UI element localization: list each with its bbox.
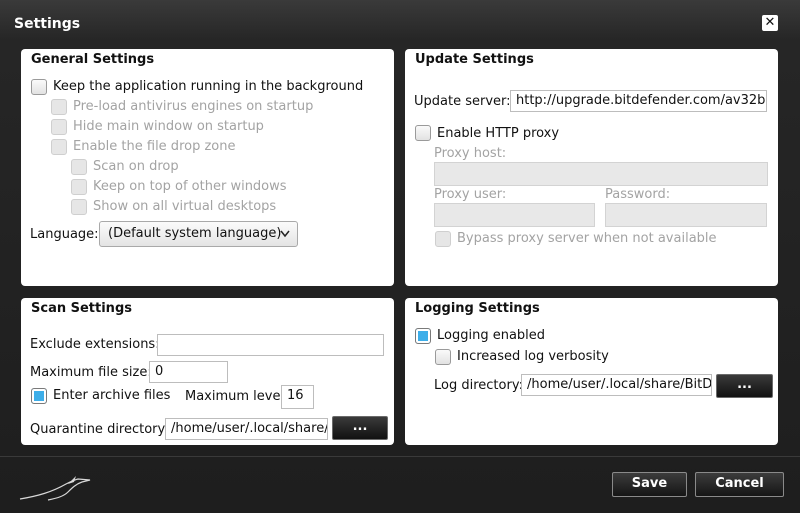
bypass-proxy-label: Bypass proxy server when not available — [457, 231, 717, 246]
log-verbosity-checkbox[interactable] — [435, 349, 451, 365]
max-file-size-label: Maximum file size: — [30, 365, 152, 380]
update-settings-title: Update Settings — [415, 52, 534, 67]
logging-settings-panel: Logging Settings Logging enabled Increas… — [405, 298, 778, 445]
max-level-label: Maximum level: — [185, 389, 289, 404]
proxy-user-label: Proxy user: — [434, 187, 507, 202]
language-value: (Default system language) — [108, 226, 282, 241]
save-button[interactable]: Save — [612, 472, 687, 497]
hide-main-checkbox[interactable] — [51, 119, 67, 135]
proxy-host-label: Proxy host: — [434, 146, 507, 161]
log-browse-button[interactable]: ... — [716, 374, 773, 398]
max-file-size-input[interactable]: 0 — [149, 361, 228, 383]
keep-on-top-checkbox[interactable] — [71, 179, 87, 195]
exclude-extensions-label: Exclude extensions: — [30, 337, 160, 352]
logging-enabled-checkbox[interactable] — [415, 328, 431, 344]
http-proxy-checkbox[interactable] — [415, 125, 431, 141]
close-icon[interactable]: ✕ — [762, 15, 778, 31]
log-directory-input[interactable]: /home/user/.local/share/BitDe — [521, 374, 712, 396]
logging-enabled-label: Logging enabled — [437, 328, 546, 343]
language-select[interactable]: (Default system language) — [99, 221, 298, 247]
bypass-proxy-checkbox[interactable] — [435, 231, 451, 247]
password-input[interactable] — [605, 203, 767, 227]
logging-settings-title: Logging Settings — [415, 301, 540, 316]
bitdefender-wolf-logo-icon — [18, 470, 98, 506]
keep-running-label: Keep the application running in the back… — [53, 79, 364, 94]
all-desktops-label: Show on all virtual desktops — [93, 199, 277, 214]
quarantine-directory-input[interactable]: /home/user/.local/share/B — [165, 418, 328, 440]
keep-on-top-label: Keep on top of other windows — [93, 179, 287, 194]
file-drop-label: Enable the file drop zone — [73, 139, 236, 154]
scan-on-drop-checkbox[interactable] — [71, 159, 87, 175]
archive-files-label: Enter archive files — [53, 388, 171, 403]
update-server-input[interactable]: http://upgrade.bitdefender.com/av32bit — [510, 90, 767, 112]
exclude-extensions-input[interactable] — [157, 334, 384, 356]
proxy-user-input[interactable] — [434, 203, 595, 227]
quarantine-directory-label: Quarantine directory: — [30, 422, 169, 437]
log-verbosity-label: Increased log verbosity — [457, 349, 609, 364]
general-settings-panel: General Settings Keep the application ru… — [21, 49, 394, 286]
max-level-input[interactable]: 16 — [281, 385, 314, 409]
file-drop-checkbox[interactable] — [51, 139, 67, 155]
update-settings-panel: Update Settings Update server: http://up… — [405, 49, 778, 286]
http-proxy-label: Enable HTTP proxy — [437, 126, 560, 141]
scan-on-drop-label: Scan on drop — [93, 159, 179, 174]
all-desktops-checkbox[interactable] — [71, 199, 87, 215]
cancel-button[interactable]: Cancel — [695, 472, 784, 497]
scan-settings-title: Scan Settings — [31, 301, 132, 316]
general-settings-title: General Settings — [31, 52, 155, 67]
scan-settings-panel: Scan Settings Exclude extensions: Maximu… — [21, 298, 394, 445]
footer-separator — [0, 456, 800, 457]
hide-main-label: Hide main window on startup — [73, 119, 264, 134]
proxy-host-input[interactable] — [434, 162, 768, 186]
settings-window: Settings ✕ General Settings Keep the app… — [0, 0, 800, 513]
log-directory-label: Log directory: — [434, 378, 523, 393]
archive-files-checkbox[interactable] — [31, 388, 47, 404]
update-server-label: Update server: — [414, 94, 511, 109]
language-label: Language: — [30, 227, 99, 242]
keep-running-checkbox[interactable] — [31, 79, 47, 95]
chevron-down-icon — [279, 222, 291, 254]
quarantine-browse-button[interactable]: ... — [332, 416, 388, 440]
password-label: Password: — [605, 187, 671, 202]
window-title: Settings — [14, 16, 81, 32]
preload-label: Pre-load antivirus engines on startup — [73, 99, 314, 114]
preload-checkbox[interactable] — [51, 99, 67, 115]
